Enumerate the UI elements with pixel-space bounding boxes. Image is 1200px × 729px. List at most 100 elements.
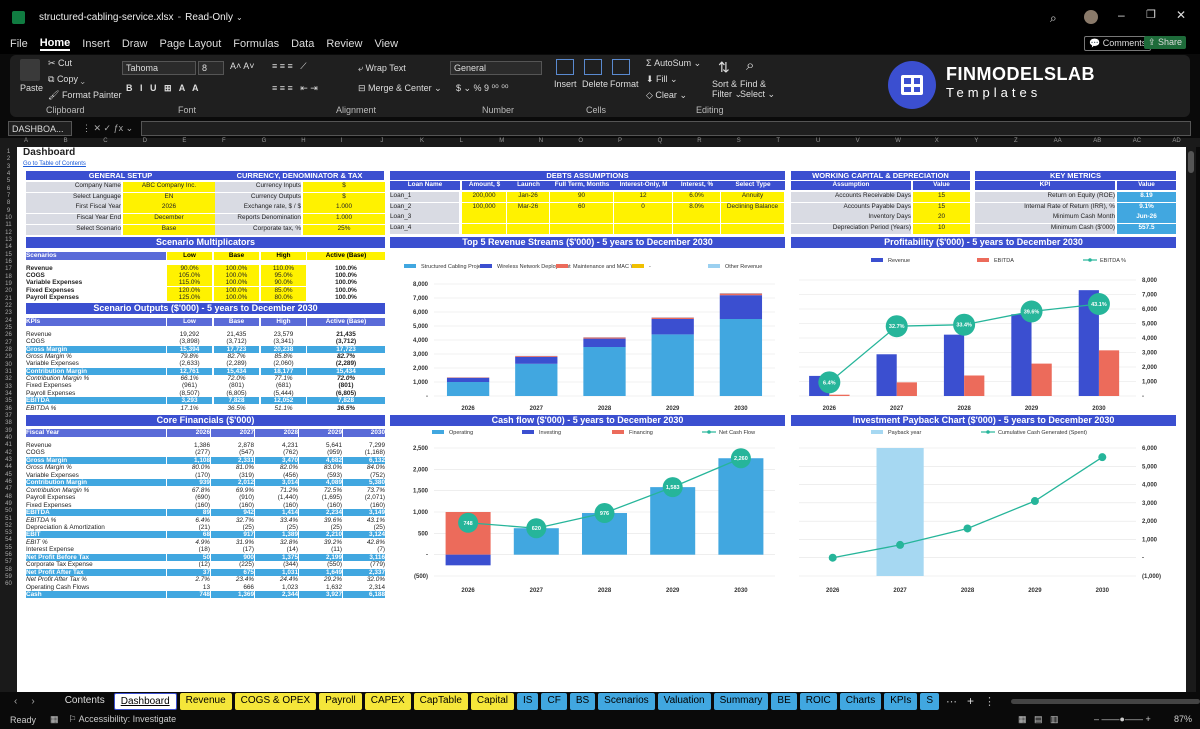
- input-cell[interactable]: 8.0%: [673, 202, 720, 213]
- minimize-icon[interactable]: –: [1118, 8, 1125, 22]
- input-cell[interactable]: 1.000: [303, 214, 385, 225]
- row-header[interactable]: 24: [2, 318, 15, 324]
- input-cell[interactable]: 90: [550, 192, 613, 202]
- tab-s[interactable]: S: [920, 692, 939, 710]
- row-header[interactable]: 58: [2, 567, 15, 573]
- close-icon[interactable]: ✕: [1176, 8, 1186, 22]
- row-header[interactable]: 40: [2, 435, 15, 441]
- prev-sheet-icon[interactable]: ‹: [14, 696, 17, 707]
- input-cell[interactable]: 12: [614, 192, 672, 202]
- row-header[interactable]: 31: [2, 369, 15, 375]
- row-header[interactable]: 5: [2, 178, 15, 184]
- tab-menu-icon[interactable]: ⋮: [984, 695, 995, 708]
- tab-capex[interactable]: CAPEX: [364, 692, 411, 710]
- row-header[interactable]: 60: [2, 581, 15, 587]
- search-icon[interactable]: ⌕: [1050, 11, 1057, 26]
- column-header[interactable]: Q: [658, 138, 663, 144]
- column-header[interactable]: Z: [1014, 138, 1018, 144]
- input-cell[interactable]: 6.0%: [673, 192, 720, 202]
- column-header[interactable]: Y: [974, 138, 978, 144]
- row-header[interactable]: 25: [2, 325, 15, 331]
- row-header[interactable]: 56: [2, 552, 15, 558]
- align-buttons[interactable]: ≡ ≡ ≡ ⟋: [272, 61, 307, 72]
- row-header[interactable]: 15: [2, 252, 15, 258]
- column-header[interactable]: C: [103, 138, 107, 144]
- format-painter-button[interactable]: 🖌 Format Painter: [48, 90, 121, 101]
- menu-page-layout[interactable]: Page Layout: [159, 38, 221, 50]
- row-header[interactable]: 9: [2, 208, 15, 214]
- row-header[interactable]: 16: [2, 259, 15, 265]
- input-cell[interactable]: [550, 224, 613, 235]
- input-cell[interactable]: 15: [913, 202, 970, 213]
- column-header[interactable]: A: [24, 138, 28, 144]
- row-header[interactable]: 44: [2, 464, 15, 470]
- delete-button[interactable]: Delete: [582, 79, 608, 89]
- align-buttons-2[interactable]: ≡ ≡ ≡ ⇤ ⇥: [272, 83, 318, 94]
- input-cell[interactable]: 15: [913, 192, 970, 202]
- number-format-select[interactable]: General: [450, 61, 542, 75]
- row-header[interactable]: 36: [2, 406, 15, 412]
- tab-valuation[interactable]: Valuation: [657, 692, 711, 710]
- input-cell[interactable]: [673, 224, 720, 235]
- fill-button[interactable]: ⬇ Fill ⌄: [646, 74, 678, 85]
- input-cell[interactable]: 100,000: [462, 202, 506, 213]
- input-cell[interactable]: 25%: [303, 224, 385, 235]
- column-header[interactable]: AB: [1093, 138, 1101, 144]
- input-cell[interactable]: $: [303, 192, 385, 203]
- column-header[interactable]: S: [737, 138, 741, 144]
- row-header[interactable]: 14: [2, 244, 15, 250]
- readonly-label[interactable]: Read-Only: [185, 12, 233, 23]
- row-header[interactable]: 4: [2, 171, 15, 177]
- row-header[interactable]: 7: [2, 193, 15, 199]
- row-header[interactable]: 6: [2, 186, 15, 192]
- row-header[interactable]: 43: [2, 457, 15, 463]
- column-header[interactable]: J: [380, 138, 383, 144]
- tab-overflow-icon[interactable]: ⋯: [946, 695, 957, 708]
- row-header[interactable]: 29: [2, 354, 15, 360]
- column-header[interactable]: I: [341, 138, 343, 144]
- column-header[interactable]: N: [539, 138, 543, 144]
- column-header[interactable]: D: [143, 138, 147, 144]
- column-header[interactable]: F: [222, 138, 226, 144]
- column-header[interactable]: W: [895, 138, 901, 144]
- tab-summary[interactable]: Summary: [713, 692, 769, 710]
- tab-kpis[interactable]: KPIs: [884, 692, 918, 710]
- column-header[interactable]: E: [182, 138, 186, 144]
- paste-button[interactable]: Paste: [20, 83, 43, 93]
- cut-button[interactable]: ✂ Cut: [48, 58, 72, 69]
- insert-button[interactable]: Insert: [554, 79, 577, 89]
- input-cell[interactable]: Declining Balance: [721, 202, 784, 213]
- tab-scenarios[interactable]: Scenarios: [598, 692, 655, 710]
- column-header[interactable]: AA: [1054, 138, 1062, 144]
- column-header[interactable]: P: [618, 138, 622, 144]
- row-header[interactable]: 28: [2, 347, 15, 353]
- row-header[interactable]: 46: [2, 479, 15, 485]
- input-cell[interactable]: Annuity: [721, 192, 784, 202]
- paste-icon[interactable]: [20, 59, 40, 81]
- horizontal-scrollbar[interactable]: [1011, 698, 1200, 704]
- accessibility-status[interactable]: ⚐ Accessibility: Investigate: [69, 714, 177, 725]
- row-header[interactable]: 19: [2, 281, 15, 287]
- column-header[interactable]: G: [262, 138, 267, 144]
- menu-data[interactable]: Data: [291, 38, 314, 50]
- input-cell[interactable]: [721, 213, 784, 224]
- tab-cf[interactable]: CF: [541, 692, 567, 710]
- avatar[interactable]: [1084, 10, 1098, 24]
- input-cell[interactable]: [614, 213, 672, 224]
- column-header[interactable]: K: [420, 138, 424, 144]
- share-button[interactable]: ⇪ Share: [1144, 36, 1187, 49]
- menu-insert[interactable]: Insert: [82, 38, 110, 50]
- zoom-slider[interactable]: – ——●—— +: [1094, 714, 1151, 724]
- row-header[interactable]: 45: [2, 472, 15, 478]
- column-header[interactable]: O: [578, 138, 583, 144]
- input-cell[interactable]: Base: [123, 224, 215, 235]
- sheet-area[interactable]: Dashboard Go to Table of Contents GENERA…: [17, 147, 1186, 692]
- input-cell[interactable]: [614, 224, 672, 235]
- row-header[interactable]: 54: [2, 537, 15, 543]
- row-header[interactable]: 10: [2, 215, 15, 221]
- menu-review[interactable]: Review: [326, 38, 362, 50]
- input-cell[interactable]: [507, 213, 549, 224]
- chevron-down-icon[interactable]: ⌄: [236, 13, 243, 22]
- comments-button[interactable]: 💬 Comments: [1084, 36, 1152, 51]
- row-header[interactable]: 50: [2, 508, 15, 514]
